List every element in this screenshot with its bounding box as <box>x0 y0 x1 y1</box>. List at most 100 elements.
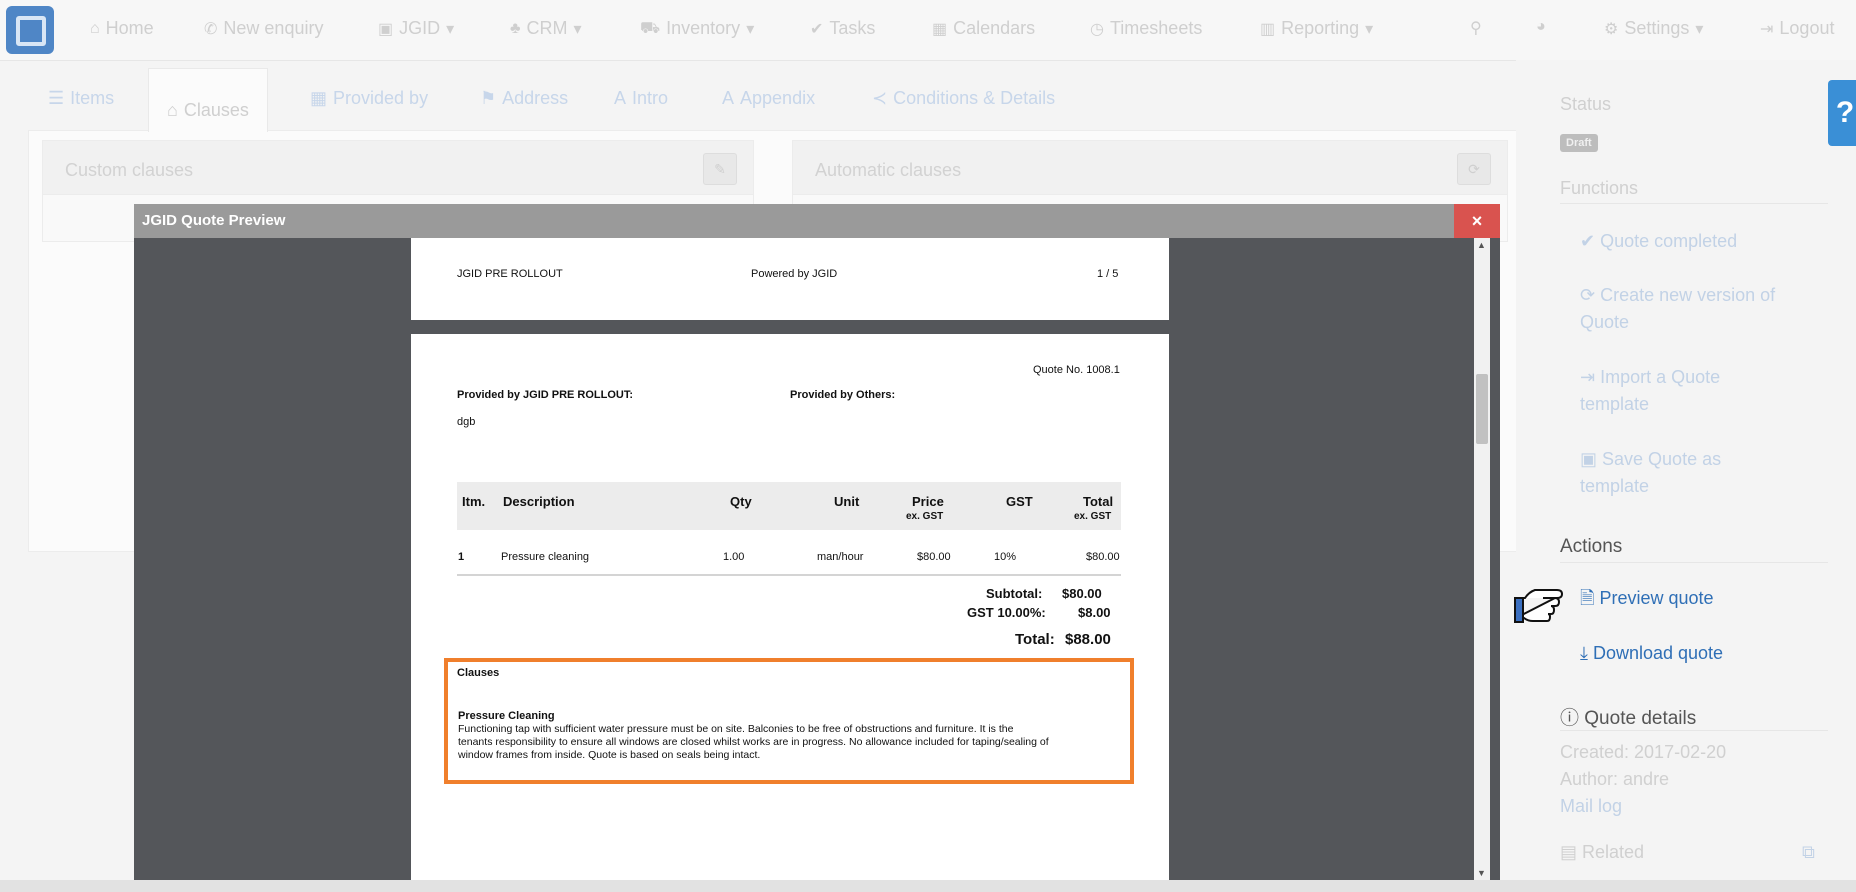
calendar-icon: ▦ <box>310 88 328 108</box>
related-section[interactable]: ▤ Related <box>1560 842 1644 863</box>
col-unit: Unit <box>834 494 860 509</box>
nav-tasks[interactable]: ✔ Tasks <box>810 18 875 39</box>
subtotal-value: $80.00 <box>1062 586 1102 601</box>
quote-preview-modal: JGID Quote Preview × JGID PRE ROLLOUT Po… <box>134 204 1500 880</box>
pdf-page: Quote No. 1008.1 Provided by JGID PRE RO… <box>411 334 1169 880</box>
search-button[interactable]: ⚲ <box>1470 18 1482 38</box>
file-pdf-icon: 🗎 <box>1580 588 1600 608</box>
row-qty: 1.00 <box>723 551 745 563</box>
edit-button[interactable]: ✎ <box>703 153 737 185</box>
top-navbar: ⌂ Home ✆ New enquiry ▣ JGID ▾ ♣ CRM ▾ ⛟ Invento… <box>0 0 1856 61</box>
modal-scrollbar[interactable]: ▲ ▼ <box>1474 238 1490 880</box>
font-icon: A <box>614 88 627 108</box>
tab-clauses[interactable]: ⌂ Clauses <box>148 68 268 132</box>
save-icon: ▣ <box>1580 449 1603 469</box>
divider <box>1560 730 1828 731</box>
download-quote-link[interactable]: ⤓ Download quote <box>1580 640 1820 667</box>
nav-timesheets[interactable]: ◷ Timesheets <box>1090 18 1202 39</box>
col-gst: GST <box>1006 494 1033 509</box>
import-icon: ⇥ <box>1580 367 1601 387</box>
app-logo[interactable] <box>6 6 54 54</box>
scroll-up-icon[interactable]: ▲ <box>1477 240 1486 250</box>
save-as-template-link[interactable]: ▣ Save Quote as template <box>1580 446 1820 500</box>
clause-title: Pressure Cleaning <box>458 710 555 722</box>
functions-label: Functions <box>1560 178 1639 198</box>
row-itm: 1 <box>458 551 465 563</box>
divider <box>1560 203 1828 204</box>
row-total: $80.00 <box>1086 551 1120 563</box>
col-qty: Qty <box>730 494 752 509</box>
nav-settings[interactable]: ⚙ Settings ▾ <box>1604 18 1703 39</box>
pdf-page-footer: JGID PRE ROLLOUT Powered by JGID 1 / 5 <box>411 238 1169 320</box>
caret-down-icon: ▾ <box>573 20 582 38</box>
nav-jgid[interactable]: ▣ JGID ▾ <box>378 18 454 39</box>
tab-address[interactable]: ⚑ Address <box>480 88 568 109</box>
status-label: Status <box>1560 94 1612 114</box>
clause-text-line: window frames from inside. Quote is base… <box>458 749 761 761</box>
table-divider <box>457 574 1121 576</box>
caret-down-icon: ▾ <box>1695 20 1704 38</box>
panel-title: Automatic clauses ⟳ <box>793 141 1507 195</box>
nav-inventory[interactable]: ⛟ Inventory ▾ <box>640 18 754 39</box>
tab-conditions-details[interactable]: ≺ Conditions & Details <box>872 88 1055 109</box>
create-new-version-link[interactable]: ⟳ Create new version of Quote <box>1580 282 1820 336</box>
import-template-link[interactable]: ⇥ Import a Quote template <box>1580 364 1820 418</box>
close-button[interactable]: × <box>1454 204 1500 238</box>
clock-icon: ◷ <box>1090 20 1104 38</box>
row-gst: 10% <box>994 551 1017 563</box>
provided-by-heading: Provided by JGID PRE ROLLOUT: <box>457 389 634 401</box>
crm-icon: ♣ <box>510 19 521 37</box>
bank-icon: ⌂ <box>167 100 178 120</box>
nav-crm[interactable]: ♣ CRM ▾ <box>510 18 582 39</box>
share-icon: ≺ <box>872 88 888 108</box>
mail-log-link[interactable]: Mail log <box>1560 796 1622 817</box>
help-button[interactable]: ? <box>1828 80 1856 146</box>
quote-number: Quote No. 1008.1 <box>1033 364 1120 376</box>
refresh-button[interactable]: ⟳ <box>1457 153 1491 185</box>
panel-title: Custom clauses ✎ <box>43 141 753 195</box>
gear-icon: ⚙ <box>1604 20 1619 38</box>
globe-icon: ◕ <box>1536 18 1546 35</box>
actions-label: Actions <box>1560 536 1623 557</box>
gst-label: GST 10.00%: <box>967 605 1046 620</box>
tab-appendix[interactable]: A Appendix <box>722 88 815 109</box>
footer-page-number: 1 / 5 <box>1097 268 1119 280</box>
modal-titlebar: JGID Quote Preview × <box>134 204 1500 238</box>
quote-completed-link[interactable]: ✔ Quote completed <box>1580 228 1820 255</box>
nav-reporting[interactable]: ▥ Reporting ▾ <box>1260 18 1373 39</box>
divider <box>1560 562 1828 563</box>
col-itm: Itm. <box>462 494 486 509</box>
caret-down-icon: ▾ <box>1365 20 1374 38</box>
nav-home[interactable]: ⌂ Home <box>90 18 154 39</box>
jgid-icon: ▣ <box>378 20 394 38</box>
nav-calendars[interactable]: ▦ Calendars <box>932 18 1035 39</box>
tab-provided-by[interactable]: ▦ Provided by <box>310 88 428 109</box>
nav-new-enquiry[interactable]: ✆ New enquiry <box>204 18 323 39</box>
total-value: $88.00 <box>1065 631 1111 648</box>
row-unit: man/hour <box>817 551 864 563</box>
clause-text-line: Functioning tap with sufficient water pr… <box>458 723 1014 735</box>
tab-intro[interactable]: A Intro <box>614 88 668 109</box>
pencil-icon: ✎ <box>714 161 726 177</box>
author: Author: andre <box>1560 769 1670 789</box>
nav-logout[interactable]: ⇥ Logout <box>1760 18 1834 39</box>
scroll-thumb[interactable] <box>1476 374 1488 444</box>
scroll-down-icon[interactable]: ▼ <box>1477 868 1486 878</box>
chart-icon: ▥ <box>1260 20 1276 38</box>
check-icon: ✔ <box>1580 231 1601 251</box>
row-description: Pressure cleaning <box>501 551 590 563</box>
caret-down-icon: ▾ <box>746 20 755 38</box>
globe-button[interactable]: ◕ <box>1536 18 1546 36</box>
external-link-icon[interactable]: ⧉ <box>1802 842 1815 863</box>
modal-title: JGID Quote Preview <box>142 212 286 229</box>
home-icon: ⌂ <box>90 19 100 37</box>
provided-by-value: dgb <box>457 416 476 428</box>
info-icon: ⓘ <box>1560 708 1585 729</box>
col-description: Description <box>503 494 575 509</box>
footer-company: JGID PRE ROLLOUT <box>457 268 563 280</box>
tab-items[interactable]: ☰ Items <box>48 88 114 109</box>
file-icon: ▤ <box>1560 842 1583 862</box>
footer-powered-by: Powered by JGID <box>751 268 838 280</box>
preview-quote-link[interactable]: 🗎 Preview quote <box>1580 585 1820 612</box>
map-marker-icon: ⚑ <box>480 88 497 108</box>
